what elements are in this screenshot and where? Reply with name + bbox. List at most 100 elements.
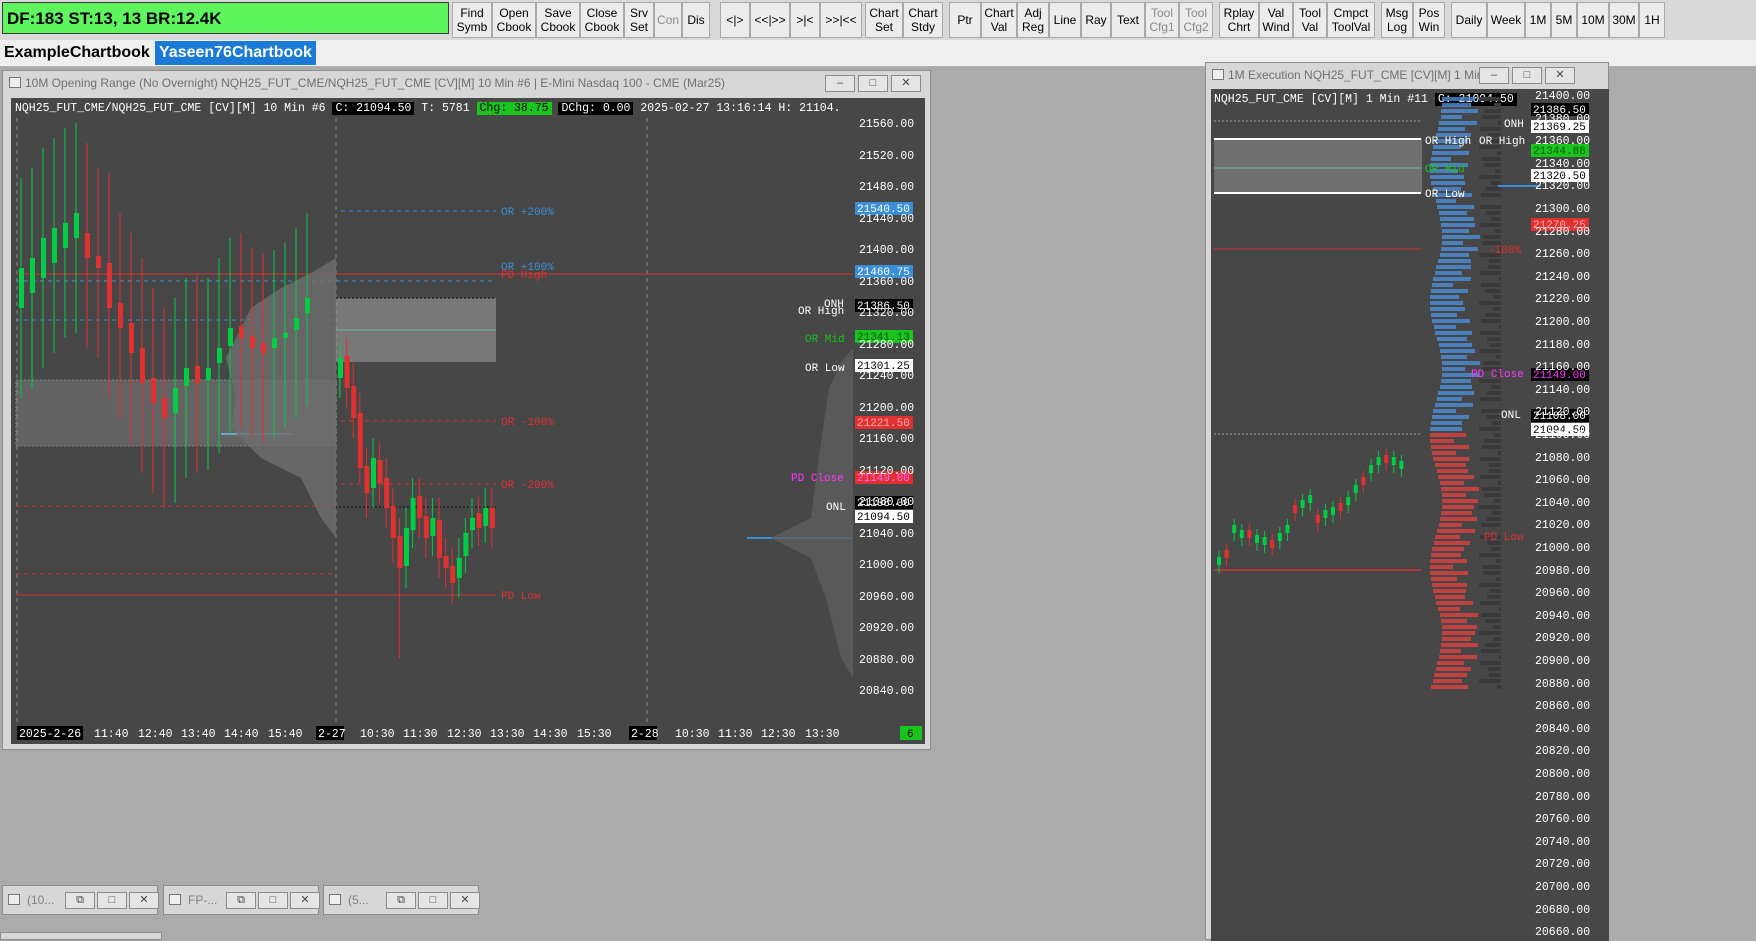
chart-window-1m[interactable]: 1M Execution NQH25_FUT_CME [CV][M] 1 Min… <box>1205 62 1609 941</box>
toolbar-button-5[interactable]: Con <box>654 2 682 38</box>
footprint-cell <box>1437 469 1468 473</box>
footprint-cell <box>1430 439 1454 443</box>
toolbar-button-9[interactable]: >|< <box>790 2 820 38</box>
toolbar-button-20[interactable]: Tool Cfg2 <box>1179 2 1213 38</box>
price-tick: 20920.00 <box>859 622 915 635</box>
footprint-cell <box>1441 223 1475 227</box>
restore-button[interactable]: □ <box>858 75 888 92</box>
volume-profile-bar <box>1485 643 1501 647</box>
footprint-cell <box>1441 487 1479 491</box>
footprint-cell <box>1437 529 1475 533</box>
price-tick: 21240.00 <box>859 370 915 383</box>
toolbar-button-14[interactable]: Chart Val <box>981 2 1017 38</box>
candle-body <box>96 256 101 268</box>
volume-profile-bar <box>1479 427 1501 431</box>
toolbar-button-23[interactable]: Tool Val <box>1293 2 1327 38</box>
toolbar-button-1[interactable]: Open Cbook <box>492 2 536 38</box>
footprint-cell <box>1430 559 1467 563</box>
minimized-window-edge[interactable] <box>0 932 162 940</box>
close-button[interactable]: ✕ <box>129 892 159 909</box>
toolbar-button-15[interactable]: Adj Reg <box>1017 2 1049 38</box>
candle-body <box>261 343 266 353</box>
toolbar-button-32[interactable]: 30M <box>1609 2 1639 38</box>
toolbar-button-26[interactable]: Pos Win <box>1413 2 1445 38</box>
toolbar-button-3[interactable]: Close Cbook <box>580 2 624 38</box>
toolbar-button-17[interactable]: Ray <box>1081 2 1111 38</box>
toolbar-button-30[interactable]: 5M <box>1551 2 1577 38</box>
restore-button[interactable]: ⧉ <box>226 892 256 909</box>
maximize-button[interactable]: □ <box>258 892 288 909</box>
toolbar-button-21[interactable]: Rplay Chrt <box>1219 2 1259 38</box>
chartbook-tab-yaseen76[interactable]: Yaseen76Chartbook <box>155 41 316 65</box>
toolbar-button-28[interactable]: Week <box>1487 2 1525 38</box>
toolbar-button-27[interactable]: Daily <box>1451 2 1487 38</box>
toolbar-button-2[interactable]: Save Cbook <box>536 2 580 38</box>
close-button[interactable]: ✕ <box>1545 67 1575 84</box>
chart-area[interactable]: NQH25_FUT_CME/NQH25_FUT_CME [CV][M] 10 M… <box>11 98 925 744</box>
close-button[interactable]: ✕ <box>450 892 480 909</box>
volume-profile-bar <box>1497 685 1501 689</box>
maximize-button[interactable]: □ <box>418 892 448 909</box>
toolbar-button-18[interactable]: Text <box>1111 2 1145 38</box>
toolbar-button-11[interactable]: Chart Set <box>865 2 903 38</box>
volume-profile-bar <box>1486 517 1501 521</box>
chart-window-10m[interactable]: 10M Opening Range (No Overnight) NQH25_F… <box>2 70 931 750</box>
price-tick: 20760.00 <box>1535 813 1591 827</box>
toolbar-button-29[interactable]: 1M <box>1525 2 1551 38</box>
candle-body <box>1239 530 1244 538</box>
toolbar-button-33[interactable]: 1H <box>1639 2 1665 38</box>
toolbar-button-0[interactable]: Find Symb <box>452 2 492 38</box>
toolbar-button-7[interactable]: <|> <box>720 2 750 38</box>
volume-profile-bar <box>1495 229 1501 233</box>
restore-button[interactable]: ⧉ <box>386 892 416 909</box>
chartbook-tab-example[interactable]: ExampleChartbook <box>0 41 154 65</box>
price-tick: 20960.00 <box>1535 587 1591 601</box>
volume-profile-bar <box>1489 463 1501 467</box>
footprint-cell <box>1440 385 1472 389</box>
toolbar-button-31[interactable]: 10M <box>1577 2 1609 38</box>
candle-body <box>1323 510 1328 518</box>
restore-button[interactable]: ⧉ <box>65 892 95 909</box>
volume-profile-bar <box>1482 115 1501 119</box>
toolbar-button-13[interactable]: Ptr <box>949 2 981 38</box>
price-tick: 21480.00 <box>859 181 915 194</box>
minimize-button[interactable]: – <box>1479 67 1509 84</box>
volume-profile-bar <box>1493 295 1501 299</box>
maximize-button[interactable]: □ <box>97 892 127 909</box>
price-tick: 20880.00 <box>859 653 915 667</box>
price-tick: 21040.00 <box>859 527 915 541</box>
toolbar-button-25[interactable]: Msg Log <box>1381 2 1413 38</box>
volume-profile-bar <box>1492 421 1501 425</box>
footprint-cell <box>1435 535 1460 539</box>
minimized-window[interactable]: FP-... ⧉ □ ✕ <box>163 885 320 915</box>
volume-profile-bar <box>1481 613 1501 617</box>
volume-profile-bar <box>1484 109 1501 113</box>
price-tick: 21320.00 <box>1535 180 1591 194</box>
candle-body <box>1338 503 1343 511</box>
toolbar-button-8[interactable]: <<|>> <box>750 2 790 38</box>
restore-button[interactable]: □ <box>1512 67 1542 84</box>
or-mid-label: OR Mid <box>805 334 845 346</box>
close-button[interactable]: ✕ <box>891 75 921 92</box>
minimized-window[interactable]: (10... ⧉ □ ✕ <box>2 885 159 915</box>
candle-body <box>85 233 90 258</box>
footprint-cell <box>1442 631 1475 635</box>
price-tick: 20980.00 <box>1535 564 1591 578</box>
toolbar-button-4[interactable]: Srv Set <box>624 2 654 38</box>
toolbar-button-12[interactable]: Chart Stdy <box>903 2 943 38</box>
minimized-window[interactable]: (5... ⧉ □ ✕ <box>323 885 480 915</box>
toolbar-button-16[interactable]: Line <box>1049 2 1081 38</box>
toolbar-button-22[interactable]: Val Wind <box>1259 2 1293 38</box>
time-tick: 11:30 <box>403 728 438 741</box>
toolbar-button-6[interactable]: Dis <box>682 2 710 38</box>
toolbar-button-24[interactable]: Cmpct ToolVal <box>1327 2 1375 38</box>
chart-area[interactable]: NQH25_FUT_CME [CV][M] 1 Min #11 C: 21094… <box>1211 89 1609 941</box>
price-tick: 21340.00 <box>1535 157 1591 171</box>
volume-profile-bar <box>1482 487 1501 491</box>
toolbar-button-19[interactable]: Tool Cfg1 <box>1145 2 1179 38</box>
toolbar-button-10[interactable]: >>|<< <box>820 2 862 38</box>
minimize-button[interactable]: – <box>825 75 855 92</box>
candle-body <box>41 238 46 278</box>
volume-profile-bar <box>1491 181 1501 185</box>
close-button[interactable]: ✕ <box>290 892 320 909</box>
